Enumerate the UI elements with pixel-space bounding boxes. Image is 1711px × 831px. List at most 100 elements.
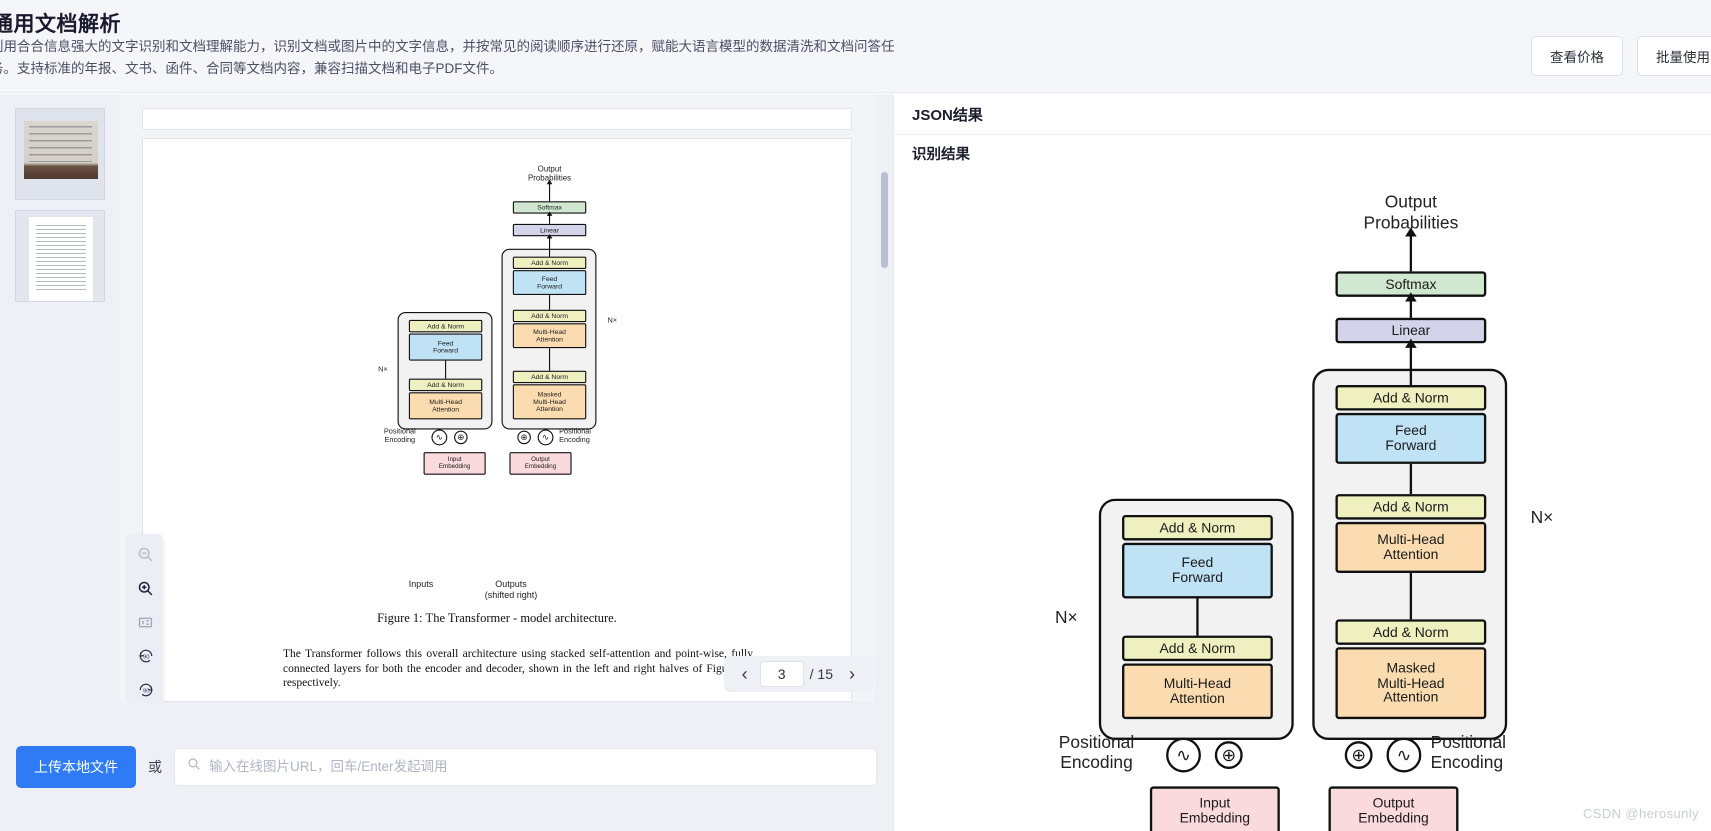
pdf-tool-rail: 90 90 [128, 534, 163, 702]
residual-add-left: ⊕ [1214, 741, 1243, 769]
pdf-viewer-area[interactable]: Add & Norm Feed Forward Add & Norm Multi… [120, 94, 893, 702]
residual-add-right: ⊕ [517, 430, 531, 445]
decoder-multi-head-attention: Multi-Head Attention [1335, 521, 1487, 573]
encoder-add-norm-2: Add & Norm [1122, 514, 1273, 541]
arrow-softmax-to-output [1409, 231, 1413, 272]
encoder-add-norm-1: Add & Norm [1122, 635, 1273, 662]
positional-encoding-label-left: Positional Encoding [1058, 733, 1135, 773]
upload-local-file-button[interactable]: 上传本地文件 [16, 745, 136, 788]
encoder-feed-forward: Feed Forward [408, 333, 483, 361]
residual-add-left: ⊕ [454, 430, 468, 445]
svg-text:90: 90 [143, 655, 149, 661]
or-label: 或 [148, 758, 162, 775]
pdf-previous-page-edge [142, 108, 852, 130]
residual-add-right: ⊕ [1344, 741, 1373, 769]
page-title: 通用文档解析 [0, 13, 121, 36]
encoder-nx-label: N× [1054, 607, 1078, 628]
next-page-button[interactable]: › [839, 661, 865, 687]
arrowhead-output [546, 179, 553, 185]
document-workspace: Add & Norm Feed Forward Add & Norm Multi… [0, 94, 893, 831]
positional-encoding-sine-right: ∿ [1386, 737, 1422, 773]
thumbnail-photo-preview [24, 121, 98, 179]
positional-encoding-sine-right: ∿ [537, 429, 554, 446]
positional-encoding-sine-left: ∿ [1166, 737, 1201, 773]
rotate-left-90-icon[interactable]: 90 [134, 644, 158, 668]
encoder-multi-head-attention: Multi-Head Attention [1122, 663, 1273, 720]
encoder-multi-head-attention: Multi-Head Attention [408, 392, 483, 420]
positional-encoding-sine-left: ∿ [431, 429, 448, 446]
thumbnail-document-preview [28, 216, 94, 301]
pdf-scrollbar-track[interactable] [881, 94, 891, 702]
rotate-right-90-icon[interactable]: 90 [134, 678, 158, 702]
prev-page-button[interactable]: ‹ [732, 661, 758, 687]
input-embedding-box: Input Embedding [1149, 786, 1280, 831]
figure-caption: Figure 1: The Transformer - model archit… [377, 611, 617, 625]
page-description: 利用合合信息强大的文字识别和文档理解能力，识别文档或图片中的文字信息，并按常见的… [0, 39, 895, 76]
arrowhead-softmax [1405, 292, 1417, 302]
page-number-input[interactable] [759, 661, 804, 687]
encoder-add-norm-2: Add & Norm [408, 319, 483, 333]
transformer-diagram-pdf: Add & Norm Feed Forward Add & Norm Multi… [361, 147, 632, 486]
decoder-add-norm-3: Add & Norm [1335, 385, 1487, 411]
zoom-out-icon[interactable] [134, 542, 158, 566]
url-input-wrapper[interactable] [174, 747, 877, 786]
header-actions: 查看价格 批量使用 [1531, 36, 1711, 76]
decoder-feed-forward: Feed Forward [1335, 412, 1487, 464]
batch-use-button[interactable]: 批量使用 [1637, 36, 1711, 76]
transformer-diagram-result: Add & Norm Feed Forward Add & Norm Multi… [1025, 172, 1582, 831]
decoder-add-norm-2: Add & Norm [1335, 494, 1487, 520]
decoder-connector-b [1409, 572, 1413, 620]
positional-encoding-label-right: Positional Encoding [1430, 733, 1507, 773]
decoder-masked-multi-head-attention: Masked Multi-Head Attention [1335, 647, 1487, 720]
encoder-internal-connector [1196, 598, 1199, 636]
decoder-masked-multi-head-attention: Masked Multi-Head Attention [512, 384, 587, 420]
arrowhead-linear [1405, 338, 1417, 348]
pdf-current-page: Add & Norm Feed Forward Add & Norm Multi… [142, 138, 852, 702]
pdf-pagination: ‹ / 15 › [723, 656, 873, 692]
tab-json-result[interactable]: JSON结果 [912, 104, 983, 125]
thumbnail-rail[interactable] [0, 94, 120, 702]
thumbnail-page-2[interactable] [15, 210, 105, 302]
image-url-input[interactable] [209, 759, 864, 774]
input-embedding-box: Input Embedding [423, 452, 486, 475]
decoder-add-norm-3: Add & Norm [512, 256, 587, 270]
output-embedding-box: Output Embedding [1328, 786, 1459, 831]
arrow-decoder-to-linear [1409, 343, 1413, 386]
encoder-nx-label: N× [378, 364, 388, 373]
thumbnail-page-1[interactable] [15, 108, 105, 200]
arrow-softmax-to-output [548, 182, 551, 202]
positional-encoding-label-left: Positional Encoding [383, 426, 416, 444]
arrowhead-linear [546, 234, 553, 239]
decoder-add-norm-2: Add & Norm [512, 309, 587, 323]
decoder-multi-head-attention: Multi-Head Attention [512, 323, 587, 349]
decoder-connector-a [548, 295, 551, 310]
arrow-decoder-to-linear [548, 236, 551, 257]
pdf-body-paragraph: The Transformer follows this overall arc… [283, 648, 753, 689]
result-panel: JSON结果 识别结果 Add & Norm Feed Forward Add … [893, 94, 1711, 831]
encoder-internal-connector [445, 360, 447, 379]
fit-page-icon[interactable] [134, 610, 158, 634]
svg-text:90: 90 [143, 689, 149, 695]
view-pricing-button[interactable]: 查看价格 [1531, 36, 1623, 76]
inputs-label: Inputs [408, 579, 434, 589]
encoder-add-norm-1: Add & Norm [408, 378, 483, 392]
decoder-feed-forward: Feed Forward [512, 270, 587, 296]
decoder-connector-b [548, 348, 551, 371]
arrowhead-output [1405, 227, 1417, 237]
pdf-scrollbar-thumb[interactable] [881, 172, 888, 268]
page-header: 通用文档解析 利用合合信息强大的文字识别和文档理解能力，识别文档或图片中的文字信… [0, 0, 1711, 93]
watermark: CSDN @herosunly [1582, 806, 1699, 821]
decoder-nx-label: N× [1530, 508, 1554, 528]
result-body: Add & Norm Feed Forward Add & Norm Multi… [894, 172, 1711, 831]
decoder-connector-a [1409, 463, 1413, 495]
output-embedding-box: Output Embedding [509, 452, 572, 475]
encoder-feed-forward: Feed Forward [1122, 542, 1273, 599]
search-icon [187, 757, 201, 776]
positional-encoding-label-right: Positional Encoding [559, 426, 592, 444]
total-pages-label: / 15 [809, 666, 833, 682]
upload-bar: 上传本地文件 或 [0, 702, 893, 831]
recognition-result-heading: 识别结果 [912, 147, 970, 163]
zoom-in-icon[interactable] [134, 576, 158, 600]
decoder-add-norm-1: Add & Norm [512, 370, 587, 384]
decoder-add-norm-1: Add & Norm [1335, 619, 1487, 645]
